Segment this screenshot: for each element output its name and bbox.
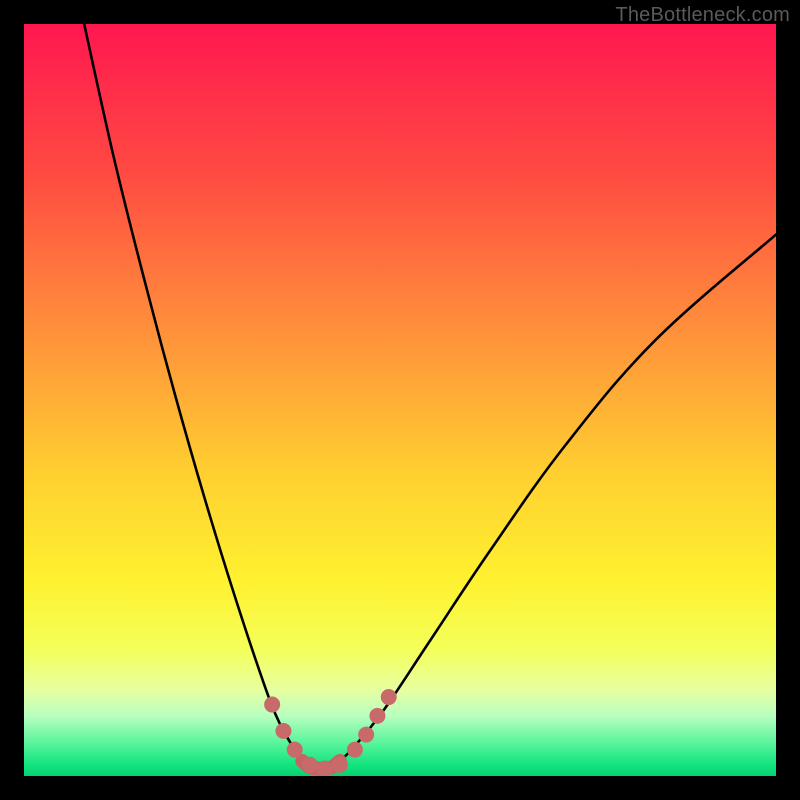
highlight-dot (332, 757, 348, 773)
highlight-dot (358, 727, 374, 743)
highlight-dot (275, 723, 291, 739)
highlight-dots (264, 689, 397, 776)
highlight-dot (302, 757, 318, 773)
highlight-dot (369, 708, 385, 724)
highlight-dot (317, 760, 333, 776)
highlight-dot (347, 742, 363, 758)
plot-area (24, 24, 776, 776)
bottleneck-curve (84, 24, 776, 769)
watermark-text: TheBottleneck.com (615, 4, 790, 27)
chart-frame: TheBottleneck.com (0, 0, 800, 800)
highlight-dot (381, 689, 397, 705)
highlight-dot (287, 742, 303, 758)
highlight-dot (264, 697, 280, 713)
curve-layer (24, 24, 776, 776)
